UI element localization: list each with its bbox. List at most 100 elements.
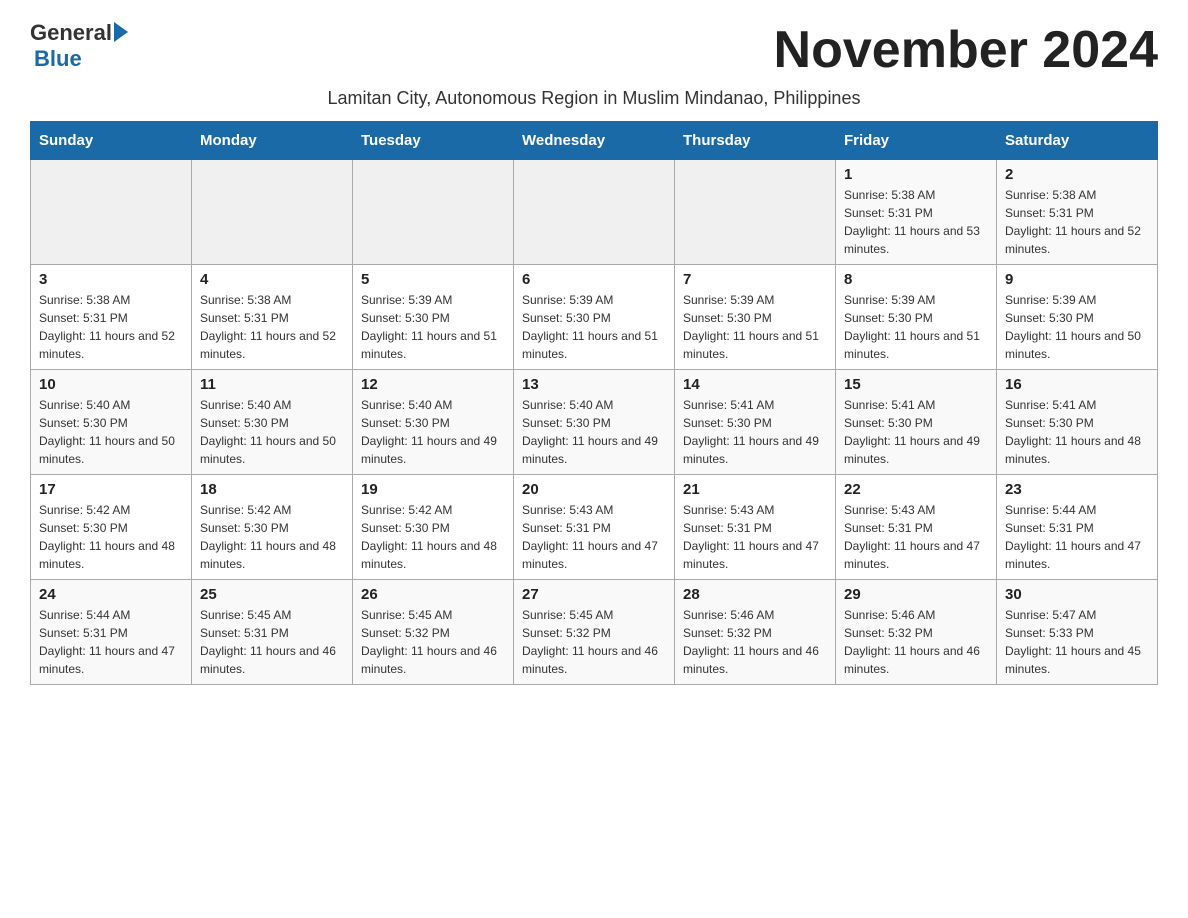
day-number: 23 [1005,481,1149,498]
calendar-cell: 6 Sunrise: 5:39 AMSunset: 5:30 PMDaylight… [514,265,675,370]
day-number: 16 [1005,376,1149,393]
day-info: Sunrise: 5:39 AMSunset: 5:30 PMDaylight:… [844,291,988,363]
day-info: Sunrise: 5:40 AMSunset: 5:30 PMDaylight:… [522,396,666,468]
page-subtitle: Lamitan City, Autonomous Region in Musli… [30,88,1158,109]
day-info: Sunrise: 5:45 AMSunset: 5:32 PMDaylight:… [361,606,505,678]
day-number: 14 [683,376,827,393]
calendar-cell: 16 Sunrise: 5:41 AMSunset: 5:30 PMDayligh… [997,370,1158,475]
day-number: 29 [844,586,988,603]
day-info: Sunrise: 5:42 AMSunset: 5:30 PMDaylight:… [200,501,344,573]
calendar-cell: 25Sunrise: 5:45 AMSunset: 5:31 PMDayligh… [192,580,353,685]
calendar-header-row: SundayMondayTuesdayWednesdayThursdayFrid… [31,122,1158,160]
day-number: 17 [39,481,183,498]
calendar-cell: 15 Sunrise: 5:41 AMSunset: 5:30 PMDayligh… [836,370,997,475]
calendar-cell: 14 Sunrise: 5:41 AMSunset: 5:30 PMDayligh… [675,370,836,475]
day-number: 2 [1005,166,1149,183]
day-info: Sunrise: 5:38 AMSunset: 5:31 PMDaylight:… [39,291,183,363]
calendar-cell: 13Sunrise: 5:40 AMSunset: 5:30 PMDayligh… [514,370,675,475]
calendar-cell: 12 Sunrise: 5:40 AMSunset: 5:30 PMDayligh… [353,370,514,475]
calendar-cell: 5 Sunrise: 5:39 AMSunset: 5:30 PMDaylight… [353,265,514,370]
day-number: 5 [361,271,505,288]
calendar-week-row: 3 Sunrise: 5:38 AMSunset: 5:31 PMDaylight… [31,265,1158,370]
day-info: Sunrise: 5:42 AMSunset: 5:30 PMDaylight:… [361,501,505,573]
day-number: 28 [683,586,827,603]
calendar-week-row: 10 Sunrise: 5:40 AMSunset: 5:30 PMDayligh… [31,370,1158,475]
day-info: Sunrise: 5:41 AMSunset: 5:30 PMDaylight:… [844,396,988,468]
day-info: Sunrise: 5:46 AMSunset: 5:32 PMDaylight:… [683,606,827,678]
day-number: 22 [844,481,988,498]
logo-general-text: General [30,20,112,46]
calendar-cell: 10 Sunrise: 5:40 AMSunset: 5:30 PMDayligh… [31,370,192,475]
calendar-day-header-saturday: Saturday [997,122,1158,160]
day-number: 12 [361,376,505,393]
day-info: Sunrise: 5:39 AMSunset: 5:30 PMDaylight:… [1005,291,1149,363]
day-number: 26 [361,586,505,603]
day-number: 20 [522,481,666,498]
day-info: Sunrise: 5:42 AMSunset: 5:30 PMDaylight:… [39,501,183,573]
day-info: Sunrise: 5:38 AMSunset: 5:31 PMDaylight:… [200,291,344,363]
calendar-cell: 22 Sunrise: 5:43 AMSunset: 5:31 PMDayligh… [836,475,997,580]
day-number: 6 [522,271,666,288]
day-number: 9 [1005,271,1149,288]
calendar-table: SundayMondayTuesdayWednesdayThursdayFrid… [30,121,1158,685]
calendar-cell: 28 Sunrise: 5:46 AMSunset: 5:32 PMDayligh… [675,580,836,685]
calendar-cell: 3 Sunrise: 5:38 AMSunset: 5:31 PMDaylight… [31,265,192,370]
day-number: 3 [39,271,183,288]
day-info: Sunrise: 5:41 AMSunset: 5:30 PMDaylight:… [1005,396,1149,468]
calendar-day-header-wednesday: Wednesday [514,122,675,160]
calendar-cell [353,160,514,265]
day-number: 27 [522,586,666,603]
calendar-cell: 1Sunrise: 5:38 AMSunset: 5:31 PMDaylight… [836,160,997,265]
calendar-cell: 17 Sunrise: 5:42 AMSunset: 5:30 PMDayligh… [31,475,192,580]
page-title: November 2024 [774,20,1158,80]
day-info: Sunrise: 5:39 AMSunset: 5:30 PMDaylight:… [522,291,666,363]
calendar-cell: 20Sunrise: 5:43 AMSunset: 5:31 PMDayligh… [514,475,675,580]
day-info: Sunrise: 5:43 AMSunset: 5:31 PMDaylight:… [844,501,988,573]
day-info: Sunrise: 5:39 AMSunset: 5:30 PMDaylight:… [361,291,505,363]
calendar-week-row: 24Sunrise: 5:44 AMSunset: 5:31 PMDayligh… [31,580,1158,685]
day-info: Sunrise: 5:41 AMSunset: 5:30 PMDaylight:… [683,396,827,468]
day-info: Sunrise: 5:38 AMSunset: 5:31 PMDaylight:… [1005,186,1149,258]
day-info: Sunrise: 5:40 AMSunset: 5:30 PMDaylight:… [361,396,505,468]
day-number: 21 [683,481,827,498]
logo-arrow-icon [114,22,128,42]
day-info: Sunrise: 5:44 AMSunset: 5:31 PMDaylight:… [1005,501,1149,573]
day-info: Sunrise: 5:45 AMSunset: 5:32 PMDaylight:… [522,606,666,678]
calendar-cell: 29 Sunrise: 5:46 AMSunset: 5:32 PMDayligh… [836,580,997,685]
calendar-cell: 23 Sunrise: 5:44 AMSunset: 5:31 PMDayligh… [997,475,1158,580]
day-info: Sunrise: 5:40 AMSunset: 5:30 PMDaylight:… [39,396,183,468]
day-info: Sunrise: 5:43 AMSunset: 5:31 PMDaylight:… [683,501,827,573]
calendar-cell: 21 Sunrise: 5:43 AMSunset: 5:31 PMDayligh… [675,475,836,580]
day-number: 30 [1005,586,1149,603]
calendar-day-header-monday: Monday [192,122,353,160]
calendar-cell: 8 Sunrise: 5:39 AMSunset: 5:30 PMDaylight… [836,265,997,370]
calendar-week-row: 1Sunrise: 5:38 AMSunset: 5:31 PMDaylight… [31,160,1158,265]
day-number: 8 [844,271,988,288]
day-info: Sunrise: 5:39 AMSunset: 5:30 PMDaylight:… [683,291,827,363]
calendar-cell [31,160,192,265]
day-info: Sunrise: 5:45 AMSunset: 5:31 PMDaylight:… [200,606,344,678]
day-info: Sunrise: 5:40 AMSunset: 5:30 PMDaylight:… [200,396,344,468]
calendar-cell: 2 Sunrise: 5:38 AMSunset: 5:31 PMDaylight… [997,160,1158,265]
day-number: 10 [39,376,183,393]
day-number: 18 [200,481,344,498]
day-number: 19 [361,481,505,498]
calendar-cell: 26 Sunrise: 5:45 AMSunset: 5:32 PMDayligh… [353,580,514,685]
calendar-cell: 27 Sunrise: 5:45 AMSunset: 5:32 PMDayligh… [514,580,675,685]
calendar-day-header-friday: Friday [836,122,997,160]
calendar-day-header-thursday: Thursday [675,122,836,160]
logo-blue-text: Blue [34,46,82,72]
day-info: Sunrise: 5:46 AMSunset: 5:32 PMDaylight:… [844,606,988,678]
calendar-cell [675,160,836,265]
calendar-cell: 18 Sunrise: 5:42 AMSunset: 5:30 PMDayligh… [192,475,353,580]
calendar-day-header-sunday: Sunday [31,122,192,160]
day-number: 7 [683,271,827,288]
calendar-cell [192,160,353,265]
calendar-week-row: 17 Sunrise: 5:42 AMSunset: 5:30 PMDayligh… [31,475,1158,580]
day-info: Sunrise: 5:38 AMSunset: 5:31 PMDaylight:… [844,186,988,258]
day-number: 24 [39,586,183,603]
day-number: 15 [844,376,988,393]
calendar-cell: 30Sunrise: 5:47 AMSunset: 5:33 PMDayligh… [997,580,1158,685]
calendar-cell: 11 Sunrise: 5:40 AMSunset: 5:30 PMDayligh… [192,370,353,475]
day-number: 11 [200,376,344,393]
